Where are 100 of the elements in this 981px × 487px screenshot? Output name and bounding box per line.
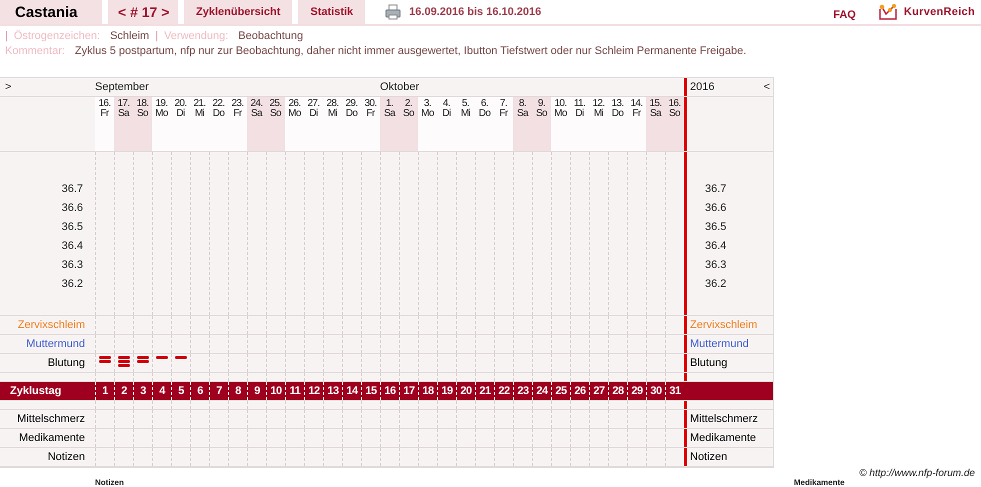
printer-icon[interactable]	[385, 4, 402, 20]
temperature-label: 36.6	[62, 201, 83, 216]
day-date: 19.	[155, 99, 168, 109]
weekday-label: Sa	[118, 109, 130, 119]
nav-tab[interactable]: Statistik	[298, 0, 366, 24]
day-date: 26.	[288, 99, 301, 109]
day-date: 15.	[649, 99, 662, 109]
weekday-label: Di	[309, 109, 318, 119]
cycle-day-number: 11	[290, 385, 300, 397]
cycle-day-number: 29	[631, 385, 643, 397]
cycle-day-number: 14	[346, 385, 358, 397]
row-label: Muttermund	[26, 338, 85, 350]
field-label: Östrogenzeichen:	[14, 29, 100, 44]
day-date: 20.	[174, 99, 187, 109]
weekday-label: So	[536, 109, 548, 119]
weekday-label: Fr	[632, 109, 641, 119]
year-label: 2016	[690, 81, 714, 93]
weekday-label: So	[402, 109, 414, 119]
cycle-day-number: 17	[403, 385, 415, 397]
day-date: 16.	[668, 99, 681, 109]
weekday-label: Mi	[328, 109, 338, 119]
weekday-label: Fr	[366, 109, 375, 119]
weekday-label: Mi	[460, 109, 470, 119]
temperature-label: 36.4	[705, 239, 726, 254]
day-date: 25.	[269, 99, 282, 109]
cycle-day-number: 4	[159, 385, 165, 397]
day-date: 9.	[538, 99, 546, 109]
weekday-label: Do	[612, 109, 624, 119]
cycle-day-number: 25	[555, 385, 567, 397]
temperature-label: 36.5	[705, 220, 726, 235]
temperature-label: 36.2	[705, 277, 726, 292]
temperature-label: 36.6	[705, 201, 726, 216]
day-date: 27.	[307, 99, 320, 109]
cycle-day-number: 30	[650, 385, 662, 397]
day-date: 3.	[424, 99, 432, 109]
row-label: Notizen	[48, 451, 85, 463]
day-date: 23.	[231, 99, 244, 109]
weekday-label: Mo	[421, 109, 434, 119]
section-heading: Medikamente	[794, 479, 845, 487]
temperature-label: 36.4	[62, 239, 83, 254]
field-label: Kommentar:	[5, 44, 65, 59]
field-value: Beobachtung	[238, 29, 304, 44]
row-label: Blutung	[48, 357, 85, 369]
day-date: 18.	[136, 99, 149, 109]
field-label: Verwendung:	[164, 29, 228, 44]
row-label: Zervixschleim	[690, 319, 758, 331]
weekday-label: Mi	[194, 109, 204, 119]
cycle-navigation[interactable]: < # 17 >	[108, 0, 178, 24]
nav-tab[interactable]: Zyklenübersicht	[184, 0, 292, 24]
day-date: 1.	[386, 99, 394, 109]
cycle-day-number: 28	[612, 385, 624, 397]
row-label: Muttermund	[690, 338, 749, 350]
weekday-label: Fr	[233, 109, 242, 119]
cycle-day-number: 7	[216, 385, 222, 397]
weekday-label: Sa	[516, 109, 528, 119]
weekday-label: So	[668, 109, 680, 119]
day-date: 10.	[554, 99, 567, 109]
weekday-label: So	[270, 109, 282, 119]
section-heading: Notizen	[95, 479, 124, 487]
separator: |	[155, 29, 158, 44]
month-label: Oktober	[380, 81, 420, 93]
day-date: 7.	[500, 99, 508, 109]
row-label: Mittelschmerz	[17, 413, 85, 425]
cycle-day-number: 23	[517, 385, 529, 397]
copyright-link[interactable]: © http://www.nfp-forum.de	[0, 468, 981, 479]
weekday-label: Fr	[499, 109, 508, 119]
cycle-day-number: 24	[536, 385, 548, 397]
cycle-day-number: 18	[422, 385, 434, 397]
row-label: Medikamente	[18, 432, 85, 444]
weekday-label: Sa	[384, 109, 396, 119]
expand-button[interactable]: >	[5, 81, 12, 93]
cycle-day-number: 3	[140, 385, 146, 397]
weekday-label: Do	[212, 109, 224, 119]
cycle-day-number: 1	[102, 385, 108, 397]
temperature-label: 36.5	[62, 220, 83, 235]
collapse-button[interactable]: <	[764, 81, 770, 93]
faq-link[interactable]: FAQ	[833, 9, 856, 21]
date-range: 16.09.2016 bis 16.10.2016	[409, 6, 542, 18]
cycle-day-number: 20	[460, 385, 472, 397]
weekday-label: Mo	[554, 109, 567, 119]
cycle-day-number: 13	[327, 385, 339, 397]
temperature-label: 36.2	[62, 277, 83, 292]
separator: |	[5, 29, 8, 44]
weekday-label: Di	[575, 109, 584, 119]
weekday-label: Mi	[594, 109, 604, 119]
temperature-label: 36.3	[62, 258, 83, 273]
day-date: 22.	[212, 99, 225, 109]
weekday-label: Do	[478, 109, 490, 119]
cycle-day-number: 22	[498, 385, 510, 397]
brand-name[interactable]: KurvenReich	[904, 6, 975, 18]
cycle-day-number: 19	[441, 385, 453, 397]
day-date: 21.	[193, 99, 206, 109]
cycle-day-number: 5	[178, 385, 184, 397]
day-date: 2.	[404, 99, 412, 109]
day-date: 12.	[592, 99, 605, 109]
cycle-day-number: 9	[254, 385, 260, 397]
cycle-day-number: 6	[197, 385, 203, 397]
weekday-label: Mo	[288, 109, 301, 119]
day-date: 11.	[574, 99, 586, 109]
cycle-day-label: Zyklustag	[10, 385, 62, 397]
